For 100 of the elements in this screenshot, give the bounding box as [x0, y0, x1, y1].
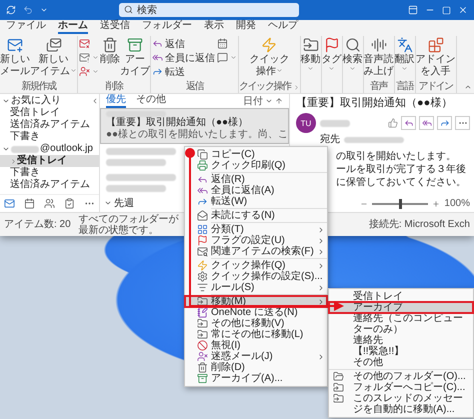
ribbon-button[interactable]: アー カイブ	[120, 36, 150, 78]
menu-item[interactable]: 無視(I)	[185, 340, 327, 351]
undo-icon[interactable]	[23, 5, 33, 15]
blurred-text	[106, 185, 166, 192]
menu-item[interactable]: フラグの設定(U)	[185, 235, 327, 246]
ribbon-button[interactable]: 削除	[100, 36, 120, 66]
ribbon-tab[interactable]: 送受信	[100, 20, 130, 34]
message-title: 【重要】取引開始通知（●●様）	[296, 96, 454, 110]
forward-icon	[440, 118, 450, 128]
menu-item[interactable]: ルール(S)	[185, 282, 327, 293]
ribbon-button[interactable]: 転送	[151, 65, 216, 78]
menu-item[interactable]: その他に移動(V)	[185, 318, 327, 329]
folder-item[interactable]: 下書き	[0, 167, 99, 179]
blurred-text	[106, 159, 166, 166]
ribbon-tab[interactable]: フォルダー	[142, 20, 192, 34]
menu-item[interactable]: 常にその他に移動(L)	[185, 329, 327, 340]
sync-icon[interactable]	[6, 5, 16, 15]
menu-item[interactable]: 削除(D)	[185, 362, 327, 373]
slider-thumb[interactable]	[399, 198, 402, 208]
reply-all-button[interactable]	[419, 116, 434, 130]
sort-label[interactable]: 日付	[243, 94, 263, 108]
launcher-icon[interactable]	[292, 84, 300, 90]
menu-item[interactable]: コピー(C)	[185, 149, 327, 160]
folder-item[interactable]: 下書き	[0, 131, 99, 143]
trash-icon	[102, 37, 118, 53]
mail-x-icon	[79, 38, 90, 49]
menu-item[interactable]: 分類(T)	[185, 224, 327, 235]
ribbon-button[interactable]	[78, 65, 100, 78]
ribbon-button[interactable]	[78, 51, 100, 64]
trash-icon	[197, 362, 208, 373]
menu-item[interactable]: 全員に返信(A)	[185, 185, 327, 196]
menu-item[interactable]: その他	[329, 357, 473, 368]
ribbon-tab[interactable]: ヘルプ	[268, 20, 298, 34]
message-item[interactable]: 【重要】取引開始通知（●●様） ●●様との取引を開始いたします。尚、こ	[100, 108, 289, 144]
folder-item[interactable]: 受信トレイ	[0, 155, 99, 167]
printer-icon	[197, 160, 208, 171]
menu-item[interactable]: 受信トレイ	[329, 291, 473, 302]
ban-icon	[197, 340, 208, 351]
ribbon-tab[interactable]: 表示	[204, 20, 224, 34]
ribbon-button[interactable]	[216, 51, 238, 64]
caret-icon[interactable]	[40, 6, 48, 14]
menu-item[interactable]: クイック印刷(Q)	[185, 160, 327, 171]
people-icon[interactable]	[44, 198, 55, 209]
ribbon-button[interactable]: アドイン を入手	[416, 36, 456, 78]
zoom-in-icon[interactable]	[432, 200, 440, 208]
menu-item[interactable]: フォルダーへコピー(C)...	[329, 382, 473, 393]
group-header[interactable]: 先週	[114, 196, 134, 210]
menu-item[interactable]: 迷惑メール(J)	[185, 351, 327, 362]
forward-icon	[197, 196, 208, 207]
ribbon-button[interactable]: 全員に返信	[151, 51, 216, 64]
menu-item[interactable]: 未読にする(N)	[185, 210, 327, 221]
ribbon-button[interactable]: 移動	[300, 36, 321, 73]
ribbon-button[interactable]: 新しい アイテム	[30, 36, 77, 78]
menu-item[interactable]: クイック操作(Q)	[185, 260, 327, 271]
ribbon-button[interactable]: タグ	[322, 36, 342, 73]
user-x-icon	[79, 66, 90, 77]
menu-item[interactable]: このスレッドのメッセージを自動的に移動(A)...	[329, 393, 473, 415]
forward-button[interactable]	[437, 116, 452, 130]
calendar-icon[interactable]	[24, 198, 36, 209]
search-field[interactable]: 検索	[119, 3, 299, 17]
thumbs-up-icon[interactable]	[388, 118, 398, 128]
ribbon-button[interactable]: 検索	[342, 36, 363, 73]
reply-button[interactable]	[401, 116, 416, 130]
folder-item[interactable]: 送信済みアイテム	[0, 119, 99, 131]
menu-item[interactable]: アーカイブ(A)...	[185, 373, 327, 384]
recipient-label: 宛先	[320, 134, 340, 146]
close-icon[interactable]	[458, 5, 468, 15]
archive-icon	[197, 373, 208, 384]
maximize-icon[interactable]	[442, 6, 451, 14]
folder-section-title[interactable]: お気に入り	[11, 95, 61, 107]
folder-section-title[interactable]: @outlook.jp	[40, 143, 93, 155]
chevron-icon[interactable]	[2, 97, 10, 105]
ribbon-button[interactable]: 音声読 み上げ	[364, 36, 394, 78]
ribbon-display-icon[interactable]	[408, 5, 418, 15]
menu-item[interactable]: 【!!緊急!!】	[329, 346, 473, 357]
search-icon	[124, 5, 133, 14]
sort-direction-icon[interactable]	[275, 97, 283, 105]
menu-item[interactable]: その他のフォルダー(O)...	[329, 371, 473, 382]
folder-item[interactable]: 送信済みアイテム	[0, 179, 99, 191]
folder-item[interactable]: 受信トレイ	[0, 107, 99, 119]
ribbon-tab[interactable]: ファイル	[6, 20, 46, 34]
sound-wave-icon	[370, 37, 387, 53]
ribbon-tab[interactable]: 開発	[236, 20, 256, 34]
menu-item[interactable]: 返信(R)	[185, 174, 327, 185]
ribbon-button[interactable]: 新しい メール	[0, 36, 30, 78]
settings-icon	[197, 271, 208, 282]
ribbon-button[interactable]: クイック 操作	[249, 36, 290, 78]
collapse-ribbon-icon[interactable]	[464, 83, 472, 91]
ribbon-button[interactable]: 返信	[151, 37, 216, 50]
menu-item[interactable]: 関連アイテムの検索(F)	[185, 246, 327, 257]
list-tab[interactable]: その他	[136, 94, 166, 108]
menu-item[interactable]: 連絡先	[329, 335, 473, 346]
collapse-pane-icon[interactable]	[91, 97, 99, 105]
tasks-icon[interactable]	[64, 198, 75, 209]
caret-icon[interactable]	[265, 97, 273, 105]
ribbon-button[interactable]: 翻訳	[394, 36, 415, 73]
menu-item[interactable]: 転送(W)	[185, 196, 327, 207]
menu-item[interactable]: クイック操作の設定(S)...	[185, 271, 327, 282]
chevron-icon[interactable]	[104, 199, 112, 207]
mail-icon[interactable]	[4, 198, 16, 209]
